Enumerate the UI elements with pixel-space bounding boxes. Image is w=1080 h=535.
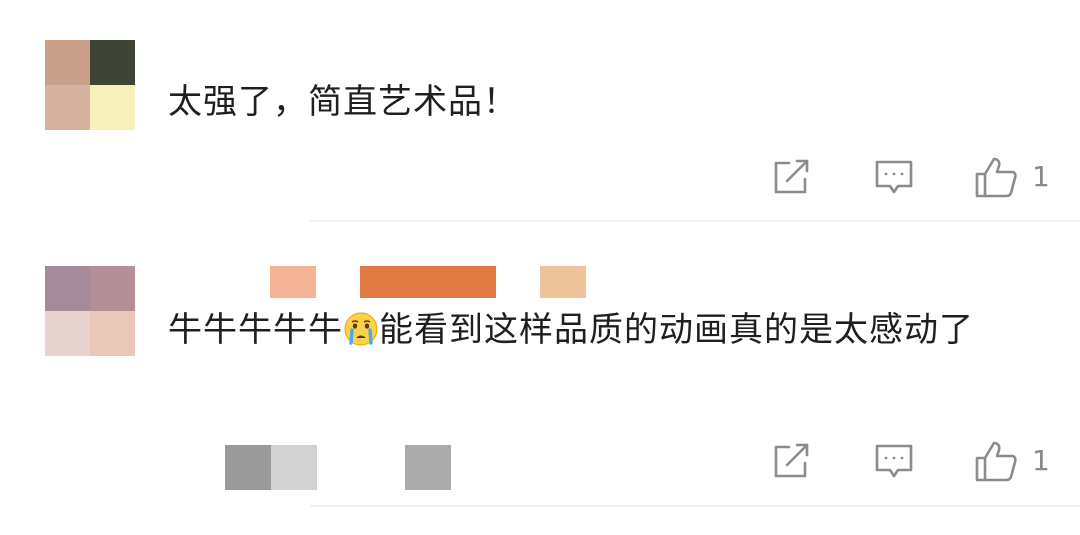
avatar-pixel — [90, 85, 135, 130]
avatar-pixel — [45, 40, 90, 85]
avatar-pixel — [45, 311, 90, 356]
avatar-pixel — [90, 40, 135, 85]
crying-face-emoji — [344, 312, 378, 346]
comment-text: 牛牛牛牛牛 能看到这样品质的动画真的是太感动了 — [168, 304, 1048, 357]
comment-text: 太强了，简直艺术品！ — [168, 82, 518, 122]
avatar[interactable] — [45, 266, 135, 356]
avatar-pixel — [45, 266, 90, 311]
like-count: 1 — [1032, 160, 1050, 193]
share-icon — [774, 159, 809, 194]
avatar-pixel — [45, 85, 90, 130]
divider — [310, 505, 1080, 507]
avatar-pixel — [90, 311, 135, 356]
like-button[interactable]: 1 — [974, 439, 1050, 483]
comment-item: 太强了，简直艺术品！ 1 — [0, 0, 1080, 222]
blurred-username — [360, 266, 496, 298]
reply-button[interactable] — [874, 158, 914, 198]
comment-icon — [875, 160, 913, 194]
like-icon — [975, 157, 1017, 198]
blurred-username — [540, 266, 586, 298]
comment-actions: 1 — [0, 435, 1080, 485]
avatar-pixel — [90, 266, 135, 311]
like-button[interactable]: 1 — [974, 155, 1050, 199]
share-button[interactable] — [771, 441, 811, 481]
reply-button[interactable] — [874, 442, 914, 482]
comment-actions: 1 — [0, 155, 1080, 205]
comment-item: 牛牛牛牛牛 能看到这样品质的动画真的是太感动了 1 — [0, 222, 1080, 535]
comment-text-part: 能看到这样品质的动画真的是太感动了 — [379, 310, 974, 350]
comment-icon — [875, 444, 913, 478]
comment-text-part: 牛牛牛牛牛 — [168, 310, 343, 350]
blurred-username — [270, 266, 316, 298]
share-icon — [774, 443, 809, 478]
share-button[interactable] — [771, 157, 811, 197]
avatar[interactable] — [45, 40, 135, 130]
like-count: 1 — [1032, 444, 1050, 477]
like-icon — [975, 441, 1017, 482]
